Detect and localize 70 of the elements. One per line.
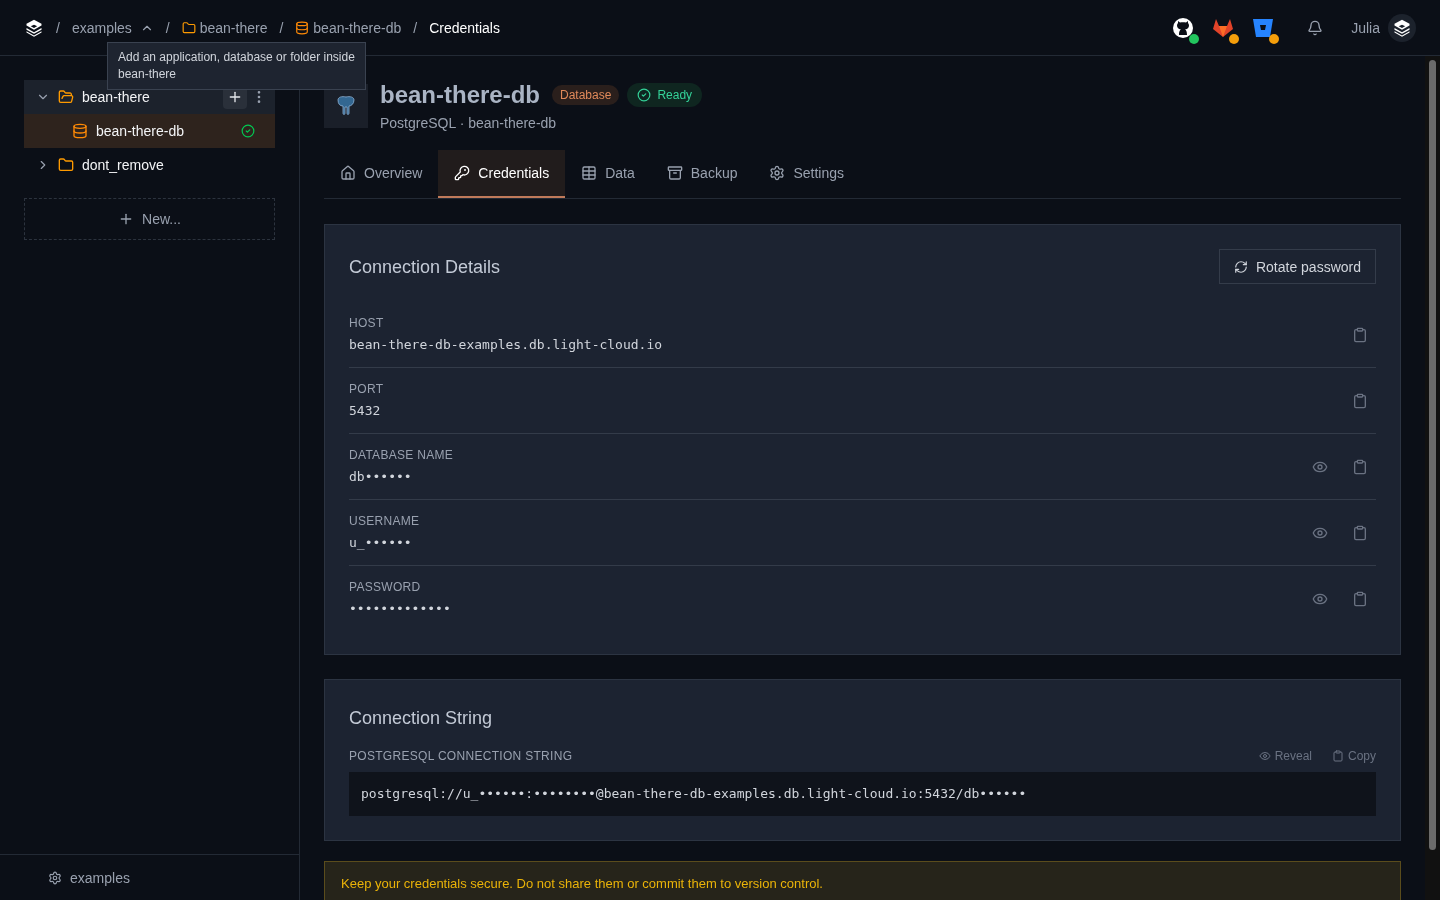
clipboard-icon [1332, 750, 1344, 762]
breadcrumb-link[interactable]: Credentials [429, 17, 500, 38]
user-name[interactable]: Julia [1351, 17, 1380, 38]
field-value: 5432 [349, 401, 382, 420]
scrollbar[interactable] [1425, 56, 1440, 900]
copy-icon[interactable] [1352, 524, 1368, 541]
separator: / [165, 18, 170, 38]
breadcrumb-link[interactable]: bean-there [199, 17, 268, 38]
tree-item[interactable]: bean-there-db [24, 114, 275, 148]
github-icon[interactable] [1171, 15, 1196, 40]
copy-icon[interactable] [1352, 591, 1368, 607]
card-title: Connection Details [349, 255, 501, 279]
user-avatar[interactable] [1388, 13, 1416, 42]
separator: / [413, 18, 418, 38]
workspace-link[interactable]: examples [70, 867, 130, 888]
archive-icon [666, 165, 683, 181]
field-label: PASSWORD [349, 579, 422, 596]
database-icon [295, 20, 310, 35]
tree-item-label: bean-there [82, 88, 151, 107]
status-badge: Ready [627, 83, 703, 107]
type-badge: Database [552, 85, 620, 105]
settings-icon[interactable] [48, 870, 62, 885]
field-label: HOST [349, 314, 385, 331]
copy-icon[interactable] [1352, 326, 1368, 343]
tree-item-label: bean-there-db [96, 122, 185, 141]
home-icon [340, 165, 356, 181]
folder-icon [58, 89, 74, 105]
resource-title: bean-there-db [380, 80, 540, 110]
copy-icon[interactable] [1352, 458, 1368, 475]
field-label: POSTGRESQL CONNECTION STRING [349, 748, 574, 764]
tree-item[interactable]: dont_remove [24, 148, 275, 182]
tab[interactable]: Settings [753, 150, 861, 198]
refresh-icon [1233, 259, 1248, 274]
tab[interactable]: Backup [650, 150, 754, 198]
folder-icon [58, 157, 74, 173]
field-value: db•••••• [349, 467, 413, 486]
tab[interactable]: Data [565, 150, 651, 198]
plus-icon [227, 89, 243, 105]
card-title: Connection String [349, 707, 494, 730]
separator: / [56, 18, 60, 38]
field-label: USERNAME [349, 512, 421, 529]
logo-icon [1392, 17, 1412, 38]
tab[interactable]: Overview [324, 150, 439, 198]
rotate-password-button[interactable]: Rotate password [1218, 249, 1376, 284]
breadcrumb-link[interactable]: bean-there-db [313, 17, 402, 38]
warning-banner: Keep your credentials secure. Do not share them or commit them to version control. [324, 861, 1401, 900]
bell-icon[interactable] [1307, 19, 1324, 36]
settings-icon [769, 165, 786, 181]
copy-icon[interactable] [1352, 392, 1368, 409]
database-icon [72, 123, 88, 139]
tree-item-label: dont_remove [82, 156, 165, 175]
tooltip: Add an application, database or folder inside bean-there [107, 42, 366, 90]
field-label: DATABASE NAME [349, 446, 455, 463]
new-button[interactable]: New... [24, 198, 275, 240]
separator: / [279, 18, 284, 38]
tab[interactable]: Credentials [438, 150, 566, 198]
eye-icon [1258, 750, 1271, 762]
field-value: u_•••••• [349, 533, 413, 552]
field-label: PORT [349, 380, 385, 397]
table-icon [581, 165, 598, 181]
connection-string-field: postgresql://u_••••••:••••••••@bean-there-db-examples.db.light-cloud.io:5432/db•••••• [349, 772, 1376, 816]
logo-icon [24, 17, 44, 38]
breadcrumb-link[interactable]: examples [71, 17, 132, 38]
resource-subtitle: PostgreSQL · bean-there-db [380, 114, 558, 133]
field-value: ••••••••••••• [349, 600, 452, 619]
elephant-icon [334, 94, 358, 118]
reveal-icon[interactable] [1312, 591, 1328, 607]
field-value: bean-there-db-examples.db.light-cloud.io [349, 335, 664, 354]
folder-icon [181, 20, 196, 35]
key-icon [454, 165, 471, 181]
